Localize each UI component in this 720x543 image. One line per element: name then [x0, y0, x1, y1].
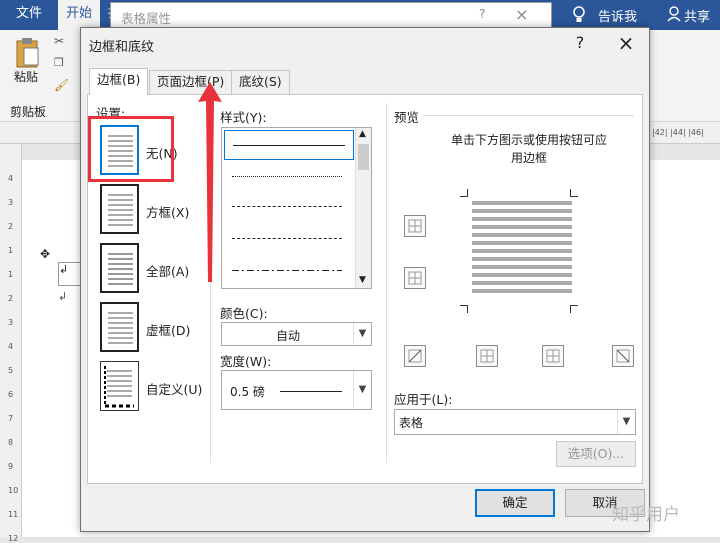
borders-shading-dialog: 边框和底纹 ? × 边框(B) 页面边框(P) 底纹(S) 设置: 无(N) 方… [80, 27, 650, 532]
preview-corner-br [570, 305, 578, 313]
vertical-ruler[interactable]: 4 3 2 1 1 2 3 4 5 6 7 8 9 10 11 12 [0, 144, 22, 543]
ruler-number: 4 [8, 342, 14, 351]
paste-icon[interactable] [14, 36, 40, 68]
copy-icon[interactable]: ❐ [54, 56, 64, 69]
width-select[interactable]: 0.5 磅 ▼ [221, 370, 372, 410]
color-select[interactable]: 自动 ▼ [221, 322, 372, 346]
ruler-number: 12 [8, 534, 19, 543]
help-button[interactable]: ? [565, 32, 595, 56]
setting-grid-label[interactable]: 虚框(D) [146, 320, 190, 339]
preview-corner-tl [460, 189, 468, 197]
ruler-number: 3 [8, 318, 14, 327]
setting-all-icon[interactable] [100, 243, 139, 293]
ruler-number: 3 [8, 198, 14, 207]
ruler-number: 11 [8, 510, 19, 519]
style-dash-dot-line[interactable] [232, 270, 342, 271]
dialog-title: 边框和底纹 [89, 40, 155, 55]
ruler-number: 1 [8, 246, 14, 255]
ruler-number: 10 [8, 486, 19, 495]
border-inside-vertical-icon[interactable] [542, 345, 564, 367]
ruler-number: 5 [8, 366, 14, 375]
setting-custom-icon[interactable] [100, 361, 139, 411]
tab-shading[interactable]: 底纹(S) [231, 70, 290, 94]
style-item-selected[interactable] [224, 130, 354, 160]
setting-all-label[interactable]: 全部(A) [146, 261, 189, 280]
width-sample-line [280, 391, 342, 392]
style-scrollbar[interactable]: ▲ ▼ [355, 128, 371, 288]
style-dashed-line[interactable] [232, 238, 342, 239]
style-solid-line [233, 145, 345, 146]
preview-area[interactable] [472, 201, 572, 301]
ruler-number: 1 [8, 270, 14, 279]
style-label: 样式(Y): [220, 110, 267, 125]
user-icon [667, 6, 681, 22]
scroll-up-icon[interactable]: ▲ [359, 129, 366, 139]
style-dotted-line[interactable] [232, 176, 342, 177]
move-table-handle-icon[interactable]: ✥ [40, 248, 54, 262]
paragraph-mark: ↲ [58, 290, 68, 303]
chevron-down-icon[interactable]: ▼ [617, 410, 635, 434]
border-top-icon[interactable] [404, 215, 426, 237]
ruler-number: 9 [8, 462, 14, 471]
lightbulb-icon [572, 6, 586, 24]
chevron-down-icon[interactable]: ▼ [353, 323, 371, 345]
options-button[interactable]: 选项(O)... [556, 441, 636, 467]
scroll-thumb[interactable] [358, 144, 369, 170]
ruler-number: 6 [8, 390, 14, 399]
color-label: 颜色(C): [220, 306, 268, 321]
highlight-box [88, 116, 174, 182]
ruler-number: 8 [8, 438, 14, 447]
preview-separator [424, 115, 634, 116]
table-properties-close[interactable]: × [515, 5, 528, 24]
watermark: 知乎用户 [612, 505, 680, 525]
border-diagonal-up-icon[interactable] [404, 345, 426, 367]
cut-icon[interactable]: ✂ [54, 34, 64, 48]
setting-grid-icon[interactable] [100, 302, 139, 352]
table-properties-help[interactable]: ? [479, 7, 485, 21]
ruler-marks-right: |42| |44| |46| [652, 128, 704, 137]
border-left-icon[interactable] [476, 345, 498, 367]
width-label: 宽度(W): [220, 354, 272, 369]
table-properties-title: 表格属性 [121, 11, 172, 26]
format-painter-icon[interactable]: 🖌 [54, 78, 69, 92]
scroll-down-icon[interactable]: ▼ [359, 275, 366, 285]
setting-custom-label[interactable]: 自定义(U) [146, 379, 202, 398]
share-button[interactable]: 共享 [684, 6, 710, 25]
tell-me[interactable]: 告诉我 [598, 6, 637, 25]
close-button[interactable]: × [611, 32, 641, 56]
border-diagonal-down-icon[interactable] [612, 345, 634, 367]
chevron-down-icon[interactable]: ▼ [353, 371, 371, 409]
annotation-arrow-icon [196, 82, 226, 282]
setting-box-label[interactable]: 方框(X) [146, 202, 189, 221]
ruler-number: 4 [8, 174, 14, 183]
apply-to-select[interactable]: 表格 ▼ [394, 409, 636, 435]
preview-corner-bl [460, 305, 468, 313]
table-properties-dialog: 表格属性 ? × [110, 2, 552, 30]
ruler-number: 7 [8, 414, 14, 423]
preview-corner-tr [570, 189, 578, 197]
apply-to-label: 应用于(L): [394, 392, 453, 407]
ok-button[interactable]: 确定 [475, 489, 555, 517]
style-dashed-small-line[interactable] [232, 206, 342, 207]
paste-label: 粘贴 [14, 70, 39, 84]
color-value: 自动 [276, 329, 301, 343]
table-cell[interactable]: ↲ [58, 262, 82, 286]
tab-file[interactable]: 文件 [8, 0, 50, 30]
tab-borders[interactable]: 边框(B) [89, 68, 149, 95]
ruler-number: 2 [8, 294, 14, 303]
clipboard-group-label: 剪贴板 [10, 105, 47, 119]
apply-to-value: 表格 [399, 416, 424, 430]
style-divider [386, 103, 387, 463]
preview-hint-1: 单击下方图示或使用按钮可应 [450, 133, 607, 147]
width-value: 0.5 磅 [230, 385, 265, 399]
tab-home[interactable]: 开始 [58, 0, 101, 30]
border-inside-horizontal-icon[interactable] [404, 267, 426, 289]
preview-hint-2: 用边框 [510, 151, 547, 165]
style-listbox[interactable]: ▲ ▼ [221, 127, 372, 289]
setting-box-icon[interactable] [100, 184, 139, 234]
ruler-number: 2 [8, 222, 14, 231]
preview-label: 预览 [394, 110, 420, 125]
